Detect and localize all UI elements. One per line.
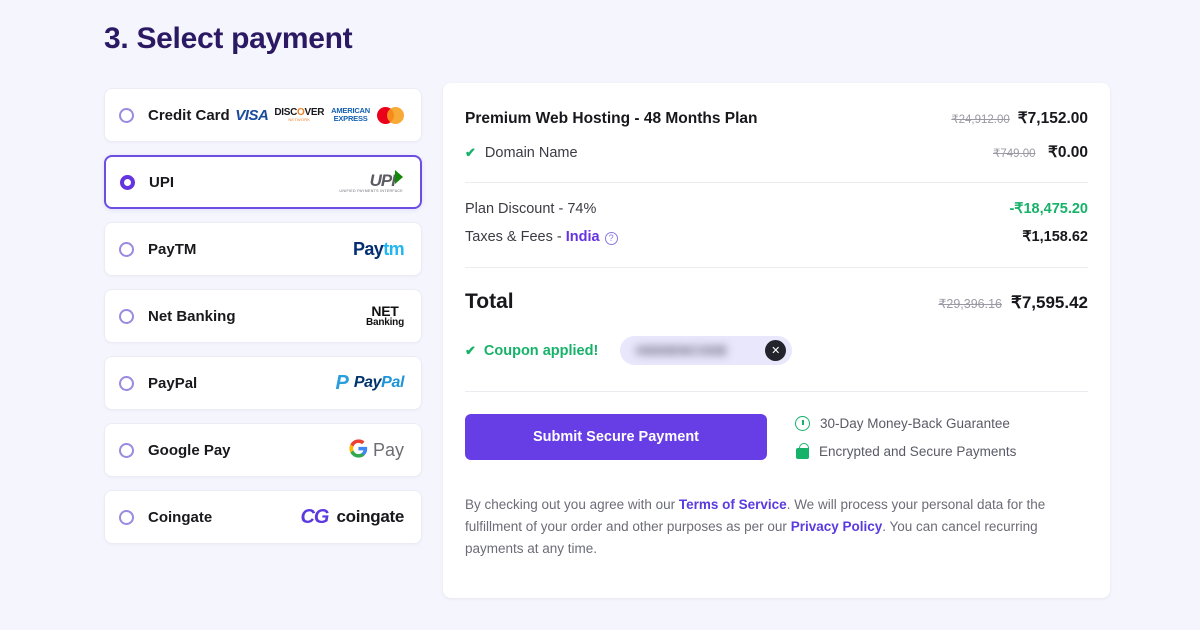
taxes-label-prefix: Taxes & Fees - xyxy=(465,229,566,245)
addon-row: ✔ Domain Name ₹749.00 ₹0.00 xyxy=(465,143,1088,162)
payment-method-label: Coingate xyxy=(148,508,213,526)
payment-method-upi[interactable]: UPI UPI UNIFIED PAYMENTS INTERFACE xyxy=(104,155,422,209)
privacy-policy-link[interactable]: Privacy Policy xyxy=(791,519,883,534)
trust-text: Encrypted and Secure Payments xyxy=(819,444,1017,459)
taxes-label: Taxes & Fees - India? xyxy=(465,229,618,245)
coupon-chip: HIDDENCODE ✕ xyxy=(620,336,793,365)
upi-subtext: UNIFIED PAYMENTS INTERFACE xyxy=(339,189,403,194)
radio-upi[interactable] xyxy=(120,174,135,190)
amex-line2: EXPRESS xyxy=(333,114,368,123)
radio-google-pay[interactable] xyxy=(119,442,134,458)
plan-old-price: ₹24,912.00 xyxy=(951,114,1010,126)
plan-row: Premium Web Hosting - 48 Months Plan ₹24… xyxy=(465,109,1088,128)
netbanking-line2: Banking xyxy=(365,317,404,328)
coupon-code: HIDDENCODE xyxy=(636,343,728,358)
trust-item-money-back: 30-Day Money-Back Guarantee xyxy=(795,416,1016,431)
coingate-mark-icon: CG xyxy=(300,505,329,528)
trust-badges: 30-Day Money-Back Guarantee Encrypted an… xyxy=(795,414,1016,472)
paytm-text-a: Pay xyxy=(352,238,384,259)
coupon-row: ✔ Coupon applied! HIDDENCODE ✕ xyxy=(465,336,1088,365)
divider xyxy=(465,391,1088,392)
divider xyxy=(465,267,1088,268)
paytm-text-b: tm xyxy=(383,238,404,259)
google-g-icon xyxy=(349,438,368,462)
discount-value: -₹18,475.20 xyxy=(1009,201,1088,217)
plan-name: Premium Web Hosting - 48 Months Plan xyxy=(465,110,758,127)
paypal-logo: P PayPal xyxy=(336,373,405,393)
coingate-logo: CG coingate xyxy=(300,506,404,529)
total-price: ₹7,595.42 xyxy=(1011,293,1088,312)
taxes-value: ₹1,158.62 xyxy=(1022,229,1088,245)
payment-method-label: PayTM xyxy=(148,240,197,258)
clock-icon xyxy=(795,416,810,431)
checkout-payment-page: 3. Select payment Credit Card VISA DISCO… xyxy=(0,0,1200,630)
addon-old-price: ₹749.00 xyxy=(993,148,1036,160)
upi-logo: UPI UNIFIED PAYMENTS INTERFACE xyxy=(339,170,403,194)
payment-method-net-banking[interactable]: Net Banking NET Banking xyxy=(104,289,422,343)
addon-price: ₹0.00 xyxy=(1047,144,1088,161)
radio-net-banking[interactable] xyxy=(119,308,134,324)
addon-name: Domain Name xyxy=(484,145,578,161)
check-icon: ✔ xyxy=(465,145,476,160)
discount-row: Plan Discount - 74% -₹18,475.20 xyxy=(465,201,1088,217)
paytm-logo: Paytm xyxy=(352,238,405,260)
payment-method-coingate[interactable]: Coingate CG coingate xyxy=(104,490,422,544)
help-icon[interactable]: ? xyxy=(604,231,618,245)
paypal-mark-a: P xyxy=(335,372,349,394)
terms-of-service-link[interactable]: Terms of Service xyxy=(679,497,787,512)
amex-icon: AMERICAN EXPRESS xyxy=(331,107,370,123)
lock-icon xyxy=(796,442,809,459)
order-summary-card: Premium Web Hosting - 48 Months Plan ₹24… xyxy=(443,83,1110,598)
netbanking-line1: NET xyxy=(371,303,399,319)
payment-method-google-pay[interactable]: Google Pay Pay xyxy=(104,423,422,477)
coupon-applied-label: Coupon applied! xyxy=(483,342,599,359)
radio-paypal[interactable] xyxy=(119,375,134,391)
card-brands-logo: VISA DISCOVER NETWORK AMERICAN EXPRESS xyxy=(235,106,404,124)
discount-label: Plan Discount - 74% xyxy=(465,201,597,217)
radio-credit-card[interactable] xyxy=(119,107,134,123)
legal-disclaimer: By checking out you agree with our Terms… xyxy=(465,494,1090,560)
total-old-price: ₹29,396.16 xyxy=(938,297,1002,311)
googlepay-logo: Pay xyxy=(349,438,404,462)
payment-method-paypal[interactable]: PayPal P PayPal xyxy=(104,356,422,410)
paypal-text-b: Pal xyxy=(381,374,404,391)
taxes-country-link[interactable]: India xyxy=(566,229,600,245)
remove-coupon-button[interactable]: ✕ xyxy=(765,340,787,361)
upi-mark: UPI xyxy=(369,171,396,191)
taxes-row: Taxes & Fees - India? ₹1,158.62 xyxy=(465,229,1088,245)
payment-method-label: UPI xyxy=(149,173,175,191)
discover-subtext: NETWORK xyxy=(288,117,311,122)
coingate-text: coingate xyxy=(336,507,404,526)
cta-row: Submit Secure Payment 30-Day Money-Back … xyxy=(465,414,1088,472)
mastercard-icon xyxy=(377,106,404,124)
total-label: Total xyxy=(465,290,514,313)
legal-part1: By checking out you agree with our xyxy=(465,497,679,512)
plan-price: ₹7,152.00 xyxy=(1017,110,1088,127)
googlepay-text: Pay xyxy=(372,439,404,460)
total-row: Total ₹29,396.16 ₹7,595.42 xyxy=(465,290,1088,314)
discover-icon: DISCOVER NETWORK xyxy=(274,108,324,122)
payment-method-list: Credit Card VISA DISCOVER NETWORK AMERIC… xyxy=(104,88,422,557)
check-icon: ✔ xyxy=(465,342,476,358)
paypal-mark-icon: P xyxy=(336,373,349,393)
payment-method-label: PayPal xyxy=(148,374,198,392)
visa-icon: VISA xyxy=(235,106,269,124)
paypal-text-a: Pay xyxy=(353,374,382,391)
payment-method-label: Net Banking xyxy=(148,307,236,325)
trust-text: 30-Day Money-Back Guarantee xyxy=(820,416,1010,431)
page-title: 3. Select payment xyxy=(104,22,353,55)
radio-paytm[interactable] xyxy=(119,241,134,257)
payment-method-paytm[interactable]: PayTM Paytm xyxy=(104,222,422,276)
payment-method-label: Google Pay xyxy=(148,441,231,459)
payment-method-credit-card[interactable]: Credit Card VISA DISCOVER NETWORK AMERIC… xyxy=(104,88,422,142)
submit-payment-button[interactable]: Submit Secure Payment xyxy=(465,414,767,460)
payment-method-label: Credit Card xyxy=(148,106,230,124)
upi-arrow-icon xyxy=(395,170,403,185)
trust-item-encrypted: Encrypted and Secure Payments xyxy=(795,442,1017,459)
netbanking-logo: NET Banking xyxy=(366,304,404,328)
radio-coingate[interactable] xyxy=(119,509,134,525)
divider xyxy=(465,182,1088,183)
